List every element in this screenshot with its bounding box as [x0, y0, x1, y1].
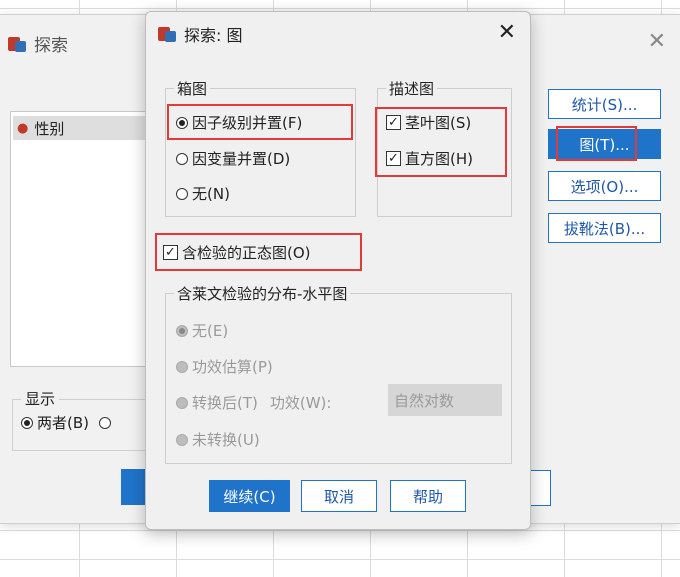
highlight-box-factor-levels	[167, 104, 353, 140]
power-select[interactable]: 自然对数	[388, 384, 502, 416]
levene-none-label: 无(E)	[192, 322, 229, 340]
variable-item-label: 性别	[34, 119, 65, 138]
radio-icon[interactable]	[176, 324, 188, 337]
radio-icon[interactable]	[21, 416, 33, 429]
dialog-title-text: 探索: 图	[184, 26, 243, 45]
radio-icon[interactable]	[176, 433, 188, 446]
plots-dialog: 探索: 图 ✕ 箱图 因子级别并置(F) 因变量并置(D) 无(N) 描述图 ✓…	[145, 11, 531, 530]
boxplot-dependents-option[interactable]: 因变量并置(D)	[176, 148, 290, 169]
variable-item-gender[interactable]: ● 性别	[13, 116, 149, 140]
boxplot-legend: 箱图	[174, 78, 211, 99]
explore-window-title: 探索	[8, 31, 68, 56]
power-label: 功效(W):	[269, 394, 332, 412]
power-estimation-label: 功效估算(P)	[192, 358, 273, 376]
statistics-button[interactable]: 统计(S)...	[548, 89, 661, 119]
help-button[interactable]: 帮助	[390, 480, 466, 512]
explore-window-title-text: 探索	[34, 36, 68, 56]
transformed-label: 转换后(T)	[192, 394, 258, 412]
boxplot-none-label: 无(N)	[192, 185, 230, 203]
boxplot-dependents-label: 因变量并置(D)	[192, 150, 291, 168]
dialog-title: 探索: 图	[158, 22, 242, 46]
spss-app-icon	[158, 25, 178, 43]
highlight-box-plots	[556, 126, 637, 161]
radio-icon[interactable]	[176, 360, 188, 373]
untransformed-option[interactable]: 未转换(U)	[176, 429, 260, 450]
options-button[interactable]: 选项(O)...	[548, 171, 661, 201]
display-both-option[interactable]: 两者(B)	[21, 412, 111, 433]
display-legend: 显示	[21, 388, 60, 409]
highlight-box-descriptive	[375, 107, 507, 177]
radio-icon[interactable]	[176, 187, 188, 200]
radio-icon[interactable]	[99, 416, 111, 429]
cancel-button[interactable]: 取消	[301, 480, 377, 512]
radio-icon[interactable]	[176, 396, 188, 409]
spss-app-icon	[8, 35, 28, 53]
nominal-variable-icon: ●	[17, 120, 29, 136]
levene-legend: 含莱文检验的分布-水平图	[174, 283, 351, 304]
untransformed-label: 未转换(U)	[192, 431, 260, 449]
descriptive-legend: 描述图	[386, 78, 438, 99]
levene-none-option[interactable]: 无(E)	[176, 320, 228, 341]
transformed-option[interactable]: 转换后(T) 功效(W):	[176, 392, 331, 413]
power-estimation-option[interactable]: 功效估算(P)	[176, 356, 273, 377]
bootstrap-button[interactable]: 拔靴法(B)...	[548, 213, 661, 243]
close-icon[interactable]: ✕	[648, 29, 666, 54]
boxplot-none-option[interactable]: 无(N)	[176, 183, 230, 204]
continue-button[interactable]: 继续(C)	[209, 480, 290, 512]
highlight-box-normality	[155, 233, 362, 271]
close-icon[interactable]: ✕	[498, 20, 516, 45]
reset-button[interactable]	[528, 470, 551, 506]
variable-list[interactable]: ● 性别	[10, 111, 152, 367]
radio-icon[interactable]	[176, 152, 188, 165]
display-both-label: 两者(B)	[37, 414, 89, 432]
